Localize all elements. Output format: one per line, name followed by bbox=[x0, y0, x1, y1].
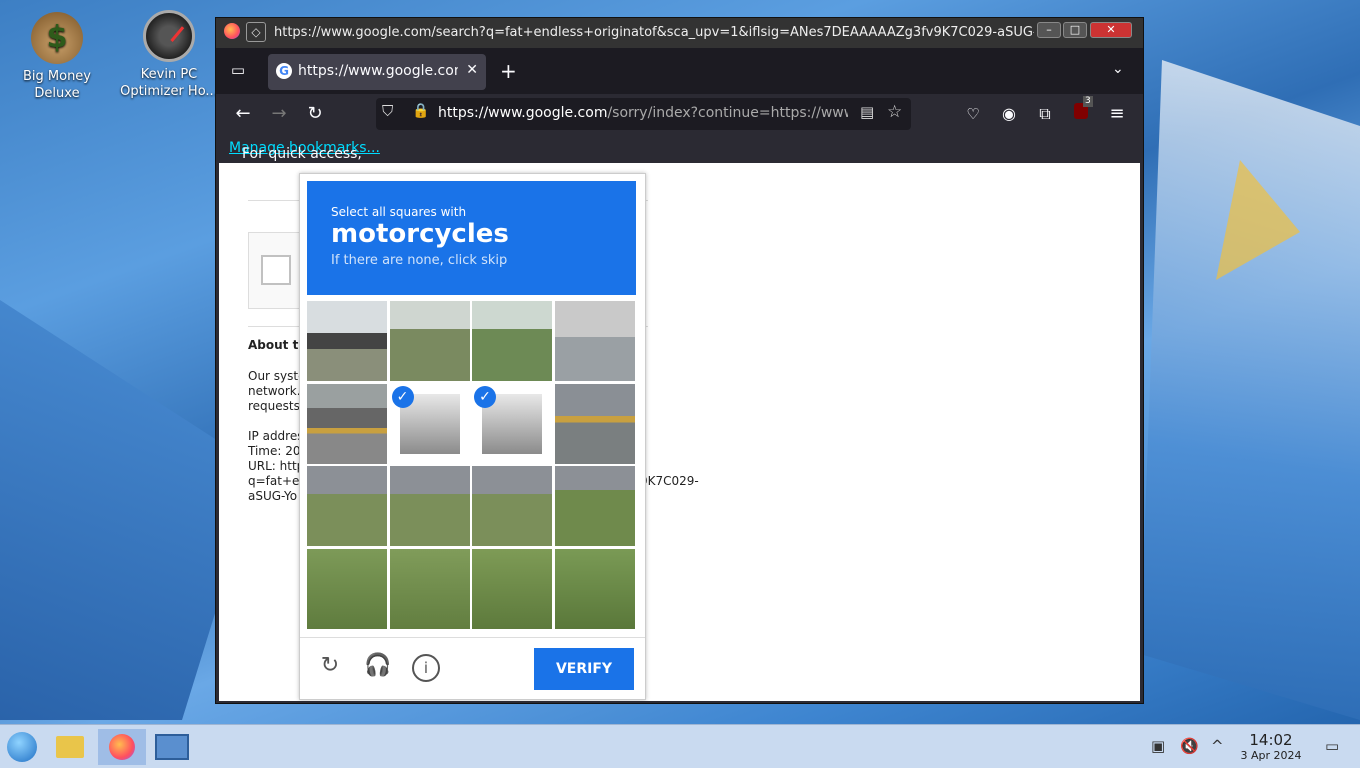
maximize-button[interactable]: □ bbox=[1063, 22, 1087, 38]
window-title: https://www.google.com/search?q=fat+endl… bbox=[274, 25, 1034, 40]
extension-badge: 3 bbox=[1083, 96, 1093, 107]
paragraph-line: requests bbox=[248, 399, 300, 413]
close-window-button[interactable]: ✕ bbox=[1090, 22, 1132, 38]
grid-tile[interactable] bbox=[307, 383, 387, 464]
window-titlebar[interactable]: ◇ https://www.google.com/search?q=fat+en… bbox=[216, 18, 1143, 48]
tab-google[interactable]: G https://www.google.com/ ✕ bbox=[268, 54, 486, 90]
navigation-toolbar: ← → ↻ ⛉ 🔒 https://www.google.com/sorry/i… bbox=[216, 94, 1143, 134]
reload-button[interactable]: ↻ bbox=[303, 102, 327, 126]
start-menu-button[interactable] bbox=[2, 729, 42, 765]
recaptcha-challenge: Select all squares with motorcycles If t… bbox=[299, 173, 646, 700]
grid-tile[interactable] bbox=[307, 548, 387, 629]
grid-tile[interactable] bbox=[472, 548, 552, 629]
volume-muted-icon[interactable]: 🔇 bbox=[1180, 737, 1199, 755]
info-icon[interactable]: i bbox=[412, 654, 440, 682]
audio-challenge-icon[interactable]: 🎧 bbox=[364, 652, 392, 680]
grid-tile[interactable] bbox=[554, 301, 635, 381]
selected-check-icon: ✓ bbox=[474, 385, 496, 408]
lock-icon[interactable]: 🔒 bbox=[412, 103, 429, 119]
query-line-2: aSUG-Yo bbox=[248, 489, 298, 503]
chevron-up-icon[interactable]: ^ bbox=[1211, 737, 1224, 755]
challenge-hint: If there are none, click skip bbox=[331, 253, 508, 268]
verify-button[interactable]: VERIFY bbox=[534, 648, 634, 690]
grid-tile[interactable] bbox=[389, 301, 470, 381]
tab-label: https://www.google.com/ bbox=[298, 63, 458, 79]
url-bar[interactable]: ⛉ 🔒 https://www.google.com/sorry/index?c… bbox=[376, 98, 911, 130]
recaptcha-checkbox[interactable] bbox=[261, 255, 291, 285]
google-favicon-icon: G bbox=[276, 63, 292, 79]
desktop-icon-label: Big Money Deluxe bbox=[22, 69, 91, 101]
forward-button[interactable]: → bbox=[267, 102, 291, 126]
grid-tile[interactable] bbox=[389, 548, 470, 629]
page-content: About th Our syste network. requests IP … bbox=[219, 163, 1140, 701]
clock-date: 3 Apr 2024 bbox=[1240, 749, 1302, 762]
back-button[interactable]: ← bbox=[231, 102, 255, 126]
bookmarks-toolbar: For quick access, place your bookmarks h… bbox=[216, 134, 1143, 226]
grid-tile[interactable] bbox=[472, 301, 552, 381]
grid-tile[interactable] bbox=[554, 383, 635, 464]
challenge-footer: ↻ 🎧 i VERIFY bbox=[300, 637, 645, 698]
url-line: URL: http bbox=[248, 459, 305, 473]
clock[interactable]: 14:02 3 Apr 2024 bbox=[1232, 732, 1310, 763]
image-grid: ✓ ✓ bbox=[307, 301, 636, 629]
money-bag-icon: $ bbox=[31, 12, 83, 64]
gauge-icon bbox=[143, 10, 195, 62]
grid-tile[interactable] bbox=[389, 466, 470, 546]
reload-challenge-icon[interactable]: ↻ bbox=[316, 652, 344, 680]
paragraph-line: Our syste bbox=[248, 369, 306, 383]
clipboard-icon[interactable]: ▣ bbox=[1151, 737, 1165, 755]
challenge-header: Select all squares with motorcycles If t… bbox=[307, 181, 636, 295]
grid-tile[interactable]: ✓ bbox=[389, 383, 470, 464]
challenge-target: motorcycles bbox=[331, 219, 509, 249]
clock-time: 14:02 bbox=[1249, 731, 1293, 749]
extensions-icon[interactable]: ⧉ bbox=[1033, 102, 1057, 126]
show-desktop-icon[interactable]: ▭ bbox=[1325, 737, 1339, 755]
grid-tile[interactable] bbox=[554, 548, 635, 629]
system-settings-icon[interactable] bbox=[152, 729, 192, 765]
bookmark-star-icon[interactable]: ☆ bbox=[887, 102, 902, 122]
grid-tile[interactable]: ✓ bbox=[472, 383, 552, 464]
firefox-taskbar-icon[interactable] bbox=[98, 729, 146, 765]
wallpaper-facet bbox=[1140, 60, 1360, 720]
minimize-button[interactable]: – bbox=[1037, 22, 1061, 38]
paragraph-line: network. bbox=[248, 384, 301, 398]
close-tab-icon[interactable]: ✕ bbox=[466, 62, 478, 78]
time-line: Time: 20 bbox=[248, 444, 301, 458]
tab-bar: ▭ G https://www.google.com/ ✕ + ⌄ bbox=[216, 48, 1143, 94]
challenge-instruction: Select all squares with bbox=[331, 205, 467, 219]
browser-window: ◇ https://www.google.com/search?q=fat+en… bbox=[215, 17, 1144, 704]
selected-check-icon: ✓ bbox=[391, 385, 414, 408]
reader-view-icon[interactable]: ▤ bbox=[860, 103, 874, 121]
ublock-extension-icon[interactable]: 3 bbox=[1069, 96, 1093, 126]
grid-tile[interactable] bbox=[472, 466, 552, 546]
new-tab-button[interactable]: + bbox=[500, 59, 517, 83]
grid-tile[interactable] bbox=[307, 301, 387, 381]
pocket-icon[interactable]: ♡ bbox=[961, 102, 985, 126]
desktop-icon-kevin-pc-optimizer[interactable]: Kevin PC Optimizer Ho... bbox=[119, 10, 219, 100]
list-tabs-chevron-icon[interactable]: ⌄ bbox=[1112, 61, 1124, 77]
app-menu-icon[interactable]: ≡ bbox=[1105, 102, 1129, 126]
file-manager-icon[interactable] bbox=[50, 729, 90, 765]
grid-tile[interactable] bbox=[307, 466, 387, 546]
desktop-icon-label: Kevin PC Optimizer Ho... bbox=[120, 67, 218, 99]
ip-address-line: IP addres bbox=[248, 429, 304, 443]
firefox-icon bbox=[224, 23, 240, 39]
pin-icon[interactable]: ◇ bbox=[246, 22, 266, 42]
firefox-view-icon[interactable]: ▭ bbox=[228, 61, 248, 81]
desktop-icon-big-money-deluxe[interactable]: $ Big Money Deluxe bbox=[7, 12, 107, 102]
query-line-tail: 9K7C029- bbox=[640, 474, 699, 488]
url-text[interactable]: https://www.google.com/sorry/index?conti… bbox=[438, 105, 848, 121]
taskbar: ▣ 🔇 ^ 14:02 3 Apr 2024 ▭ bbox=[0, 724, 1360, 768]
grid-tile[interactable] bbox=[554, 466, 635, 546]
account-icon[interactable]: ◉ bbox=[997, 102, 1021, 126]
shield-icon[interactable]: ⛉ bbox=[382, 102, 393, 120]
